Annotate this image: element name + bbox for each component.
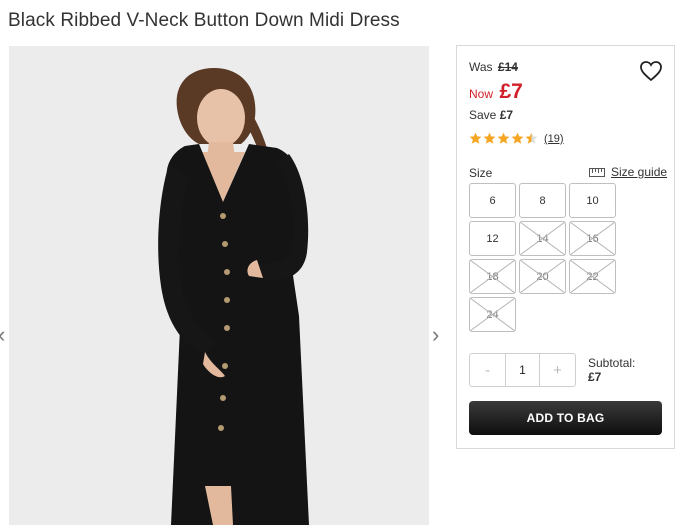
size-option-label: 10: [586, 194, 599, 207]
ruler-icon: [589, 167, 605, 177]
size-option-22[interactable]: 22: [569, 259, 616, 294]
review-count-link[interactable]: (19): [544, 133, 564, 145]
was-label: Was: [469, 60, 493, 74]
subtotal-label: Subtotal:: [588, 356, 636, 370]
size-option-label: 8: [539, 194, 546, 207]
star-icon: [511, 132, 524, 144]
product-gallery: ‹ ›: [0, 46, 450, 525]
size-label: Size: [469, 166, 493, 180]
unavailable-cross-icon: [470, 260, 515, 293]
size-option-6[interactable]: 6: [469, 183, 516, 218]
heart-icon[interactable]: [639, 60, 663, 82]
unavailable-cross-icon: [520, 260, 565, 293]
size-option-14[interactable]: 14: [519, 221, 566, 256]
now-label: Now: [469, 87, 494, 101]
save-label: Save: [469, 108, 497, 122]
unavailable-cross-icon: [520, 222, 565, 255]
size-guide-link[interactable]: Size guide: [589, 165, 667, 179]
subtotal: Subtotal: £7: [588, 356, 635, 384]
rating: (19): [469, 132, 564, 145]
purchase-panel: Was £14 Now £7 Save £7 (19) Size Size gu…: [456, 45, 675, 449]
quantity-value[interactable]: 1: [505, 354, 540, 386]
size-option-16[interactable]: 16: [569, 221, 616, 256]
size-option-label: 12: [486, 232, 499, 245]
quantity-stepper: - 1 +: [469, 353, 576, 387]
unavailable-cross-icon: [470, 298, 515, 331]
now-value: £7: [499, 80, 523, 103]
was-value: £14: [497, 60, 518, 74]
size-option-20[interactable]: 20: [519, 259, 566, 294]
star-icon: [497, 132, 510, 144]
quantity-decrement-button[interactable]: -: [470, 354, 505, 386]
quantity-increment-button[interactable]: +: [540, 354, 575, 386]
unavailable-cross-icon: [570, 222, 615, 255]
star-icon: [525, 132, 538, 144]
add-to-bag-button[interactable]: ADD TO BAG: [469, 401, 662, 435]
size-option-24[interactable]: 24: [469, 297, 516, 332]
gallery-prev-arrow[interactable]: ‹: [0, 324, 5, 346]
size-options: 6 8 10 12 1416 182022 24: [469, 183, 619, 332]
size-option-12[interactable]: 12: [469, 221, 516, 256]
subtotal-value: £7: [588, 370, 602, 384]
was-price: Was £14: [469, 60, 518, 74]
size-option-18[interactable]: 18: [469, 259, 516, 294]
size-option-label: 6: [489, 194, 496, 207]
star-icon: [469, 132, 482, 144]
star-icon: [483, 132, 496, 144]
save-amount: Save £7: [469, 108, 513, 122]
size-guide-label: Size guide: [611, 165, 668, 179]
size-option-10[interactable]: 10: [569, 183, 616, 218]
product-title: Black Ribbed V-Neck Button Down Midi Dre…: [8, 10, 400, 31]
product-photo: [9, 46, 429, 525]
size-option-8[interactable]: 8: [519, 183, 566, 218]
now-price: Now £7: [469, 80, 523, 104]
save-value: £7: [499, 108, 514, 122]
gallery-next-arrow[interactable]: ›: [432, 324, 439, 346]
rating-stars: [469, 132, 538, 145]
unavailable-cross-icon: [570, 260, 615, 293]
